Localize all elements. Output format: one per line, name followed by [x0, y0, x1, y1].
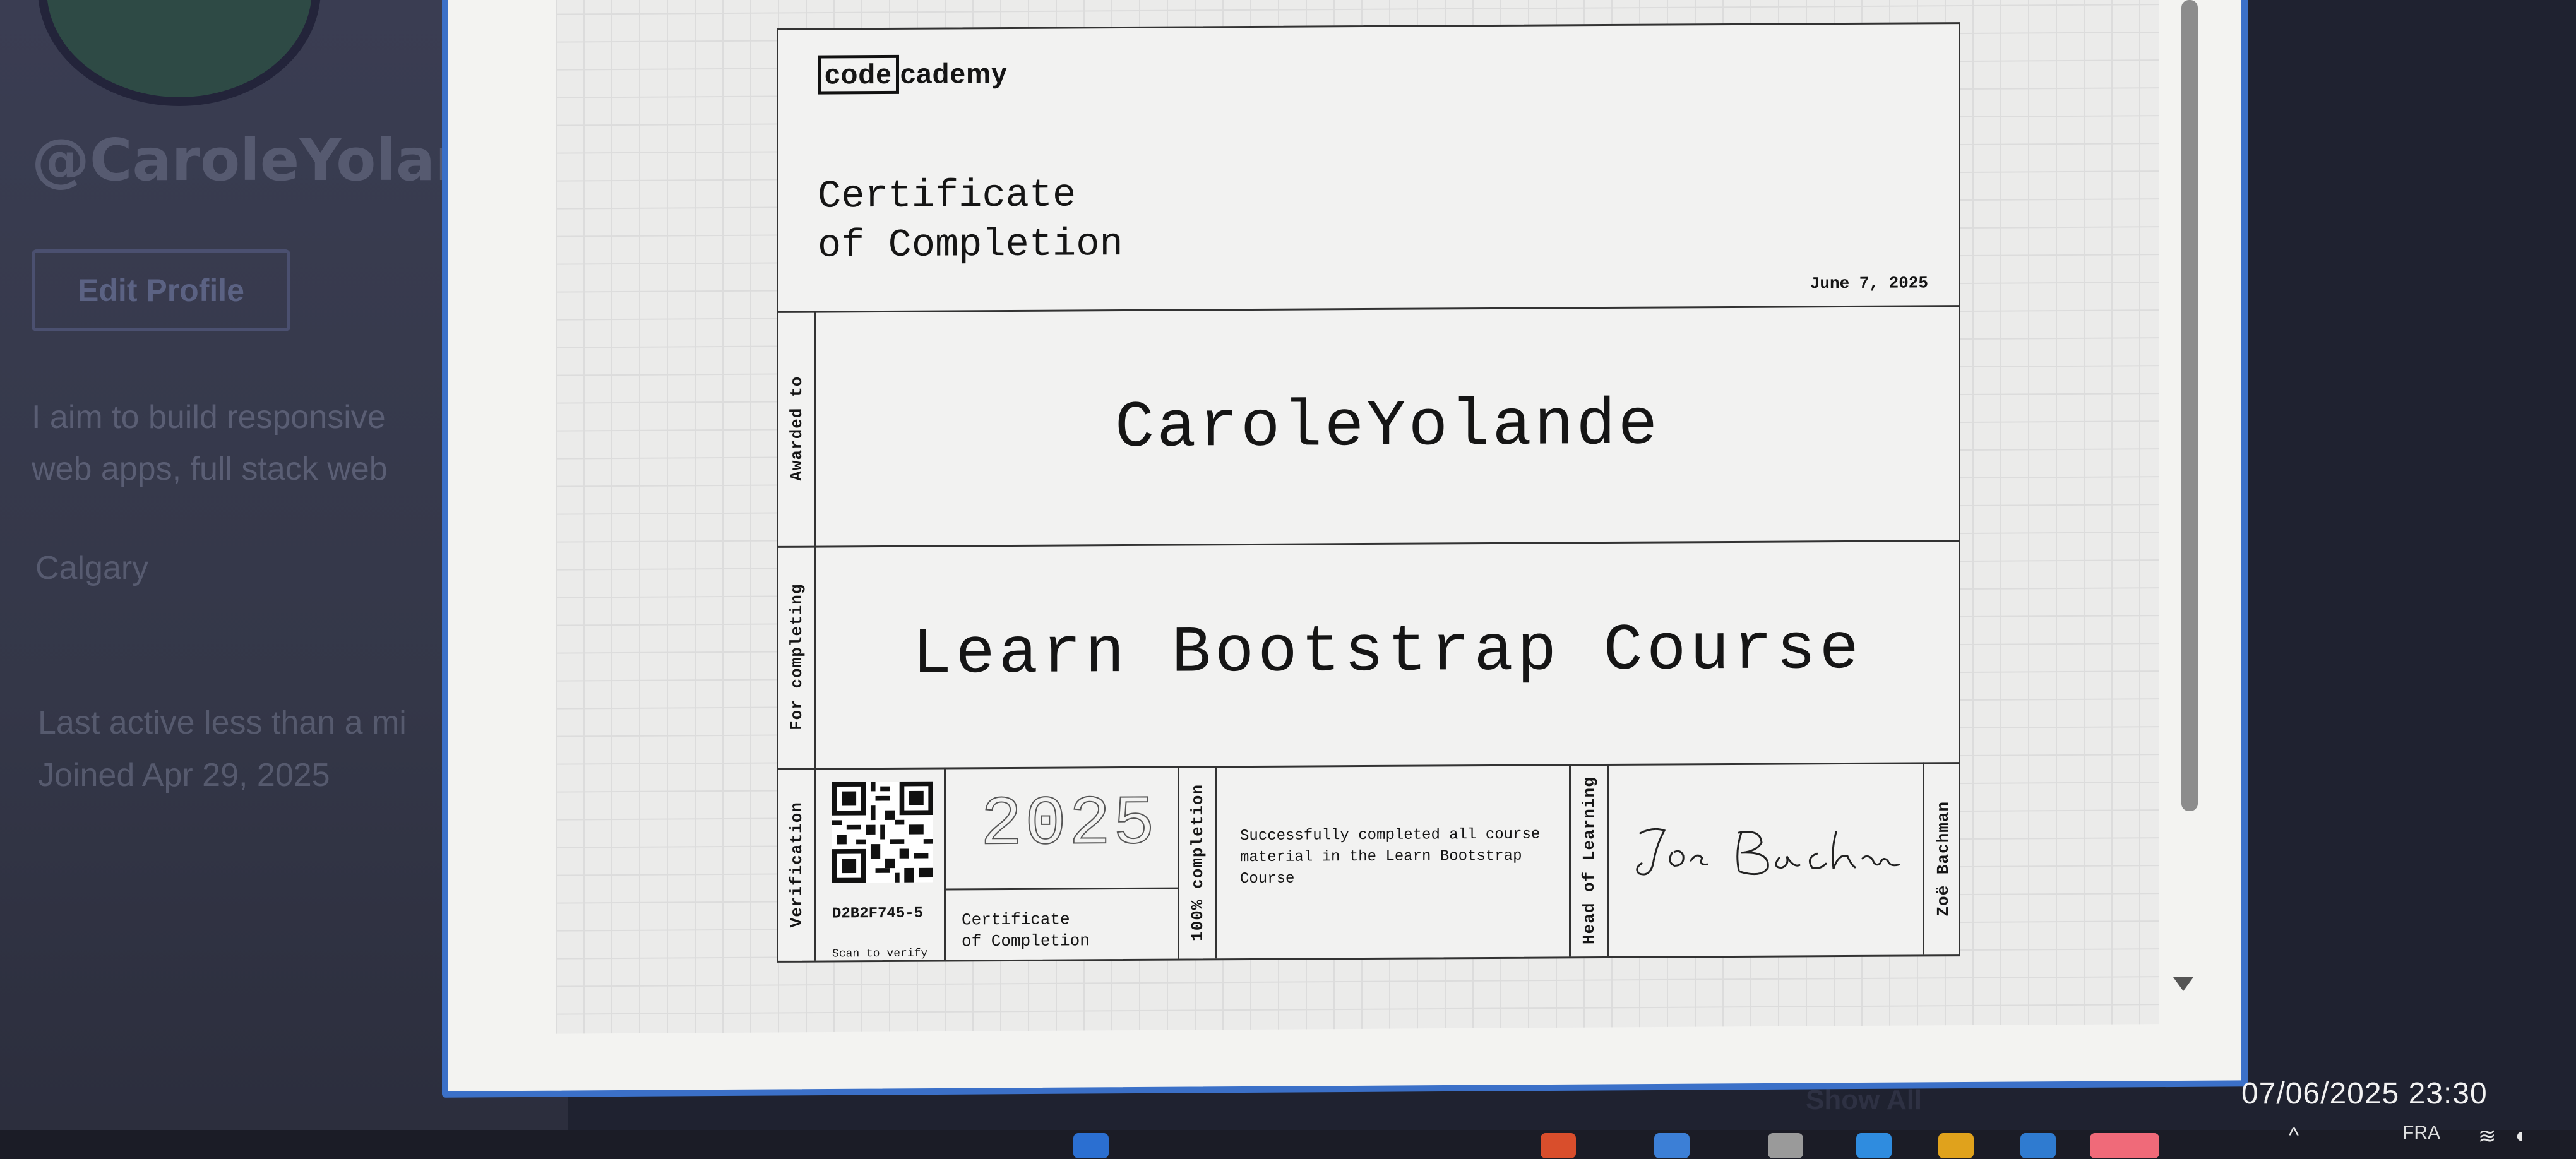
head-label-cell: Head of Learning: [1571, 764, 1609, 957]
credential-id: D2B2F745-5: [832, 905, 924, 923]
clock: 07/06/2025 23:30: [2241, 1077, 2488, 1110]
last-active-text: Last active less than a mi: [38, 704, 407, 741]
signature-icon: [1636, 828, 1900, 876]
description-cell: Successfully completed all course materi…: [1217, 764, 1571, 959]
verification-label: Verification: [787, 801, 806, 927]
certificate-small-title: Certificate of Completion: [962, 910, 1090, 951]
modal-scrollbar[interactable]: [2181, 0, 2198, 811]
taskbar-app-icon[interactable]: [1541, 1133, 1576, 1158]
completing-label: For completing: [787, 583, 806, 731]
volume-icon[interactable]: ◖: [2513, 1124, 2526, 1148]
taskbar-app-icon[interactable]: [1073, 1133, 1109, 1158]
logo-box-text: code: [818, 54, 899, 95]
signer-name: Zoë Bachman: [1934, 800, 1953, 917]
awarded-label: Awarded to: [787, 376, 806, 481]
chevron-up-icon[interactable]: ^: [2289, 1124, 2299, 1148]
verification-label-cell: Verification: [778, 768, 816, 961]
taskbar-app-icon[interactable]: [1856, 1133, 1892, 1158]
completion-label: 100% completion: [1188, 783, 1207, 941]
completion-label-cell: 100% completion: [1179, 766, 1217, 959]
show-all-link[interactable]: Show All: [1806, 1085, 1922, 1116]
codecademy-logo: code cademy: [818, 54, 1008, 95]
joined-date: Joined Apr 29, 2025: [38, 757, 330, 793]
taskbar-app-icon[interactable]: [2020, 1133, 2056, 1158]
qr-code-icon[interactable]: [832, 781, 933, 883]
language-indicator[interactable]: FRA: [2402, 1122, 2440, 1144]
taskbar-app-icon[interactable]: [1768, 1133, 1803, 1158]
scroll-down-arrow-icon[interactable]: [2173, 977, 2193, 991]
certificate-footer: Verification D2B2F745-5 Scan to verify 2…: [778, 762, 1959, 961]
awarded-label-cell: Awarded to: [778, 311, 816, 546]
certificate-year: 2025: [980, 785, 1158, 865]
scan-to-verify-label: Scan to verify: [832, 947, 928, 961]
head-of-learning-label: Head of Learning: [1579, 776, 1599, 944]
course-name: Learn Bootstrap Course: [912, 612, 1863, 692]
certificate: code cademy Certificate of Completion Ju…: [777, 22, 1960, 963]
course-row: For completing Learn Bootstrap Course: [778, 540, 1959, 770]
taskbar-app-icon[interactable]: [2090, 1133, 2159, 1158]
chrome-icon[interactable]: [1938, 1133, 1974, 1158]
edit-profile-button[interactable]: Edit Profile: [32, 249, 290, 331]
completing-label-cell: For completing: [778, 545, 816, 768]
awarded-row: Awarded to CaroleYolande: [778, 305, 1959, 548]
profile-location: Calgary: [35, 550, 149, 586]
signature-cell: [1609, 762, 1924, 957]
wifi-icon[interactable]: ≋: [2478, 1124, 2496, 1149]
logo-rest-text: cademy: [900, 57, 1008, 90]
taskbar-app-icon[interactable]: [1654, 1133, 1690, 1158]
certificate-date: June 7, 2025: [1810, 273, 1928, 294]
taskbar: [0, 1130, 2576, 1159]
recipient-name: CaroleYolande: [1114, 388, 1661, 467]
certificate-title: Certificate of Completion: [818, 172, 1123, 268]
completion-description: Successfully completed all course materi…: [1240, 826, 1541, 888]
signer-label-cell: Zoë Bachman: [1924, 762, 1962, 954]
certificate-header: code cademy Certificate of Completion Ju…: [778, 24, 1959, 313]
avatar[interactable]: [38, 0, 321, 106]
